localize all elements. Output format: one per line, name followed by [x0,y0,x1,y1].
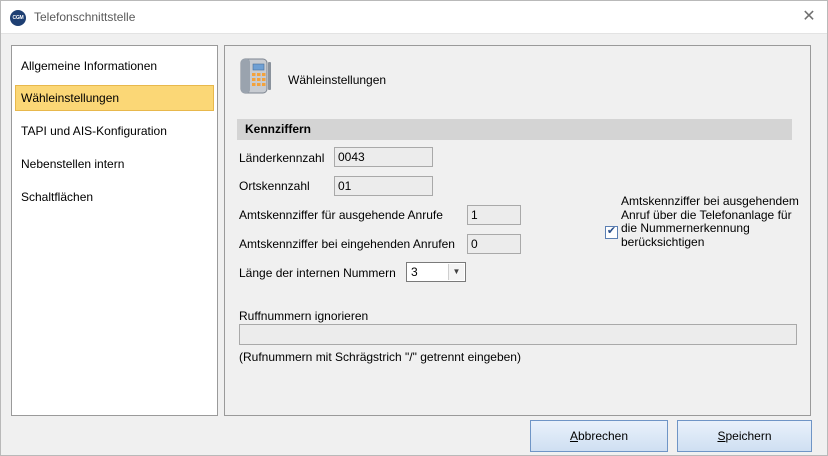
consider-prefix-label: Amtskennziffer bei ausgehendem Anruf übe… [621,194,799,249]
cancel-button-label: bbrechen [577,429,629,443]
outgoing-prefix-label: Amtskennziffer für ausgehende Anrufe [239,208,443,222]
chevron-down-icon[interactable]: ▼ [448,264,464,280]
nav-item-tapi-ais-konfiguration[interactable]: TAPI und AIS-Konfiguration [15,118,214,144]
nav-item-waehleinstellungen[interactable]: Wähleinstellungen [15,85,214,111]
page-title: Wähleinstellungen [288,73,387,87]
window-title: Telefonschnittstelle [34,10,136,24]
settings-content: Wähleinstellungen Kennziffern Länderkenn… [224,45,811,416]
telephone-icon [240,58,271,94]
close-icon[interactable]: ✕ [799,7,819,27]
dialog-window: CGM Telefonschnittstelle ✕ Allgemeine In… [0,0,828,456]
consider-prefix-checkbox[interactable]: ✔ [605,225,618,239]
cancel-button-mnemonic: A [569,429,578,443]
section-header-kennziffern: Kennziffern [237,119,792,140]
checkmark-icon: ✔ [606,225,617,237]
app-logo-icon: CGM [10,10,26,26]
country-code-field[interactable]: 0043 [334,147,433,167]
outgoing-prefix-field[interactable]: 1 [467,205,521,225]
internal-length-value: 3 [411,265,418,279]
settings-nav: Allgemeine Informationen Wähleinstellung… [11,45,218,416]
save-button-label: peichern [725,429,772,443]
title-bar: CGM Telefonschnittstelle ✕ [1,1,827,34]
ignore-numbers-field[interactable] [239,324,797,345]
cancel-button[interactable]: Abbrechen [530,420,668,452]
nav-item-schaltflaechen[interactable]: Schaltflächen [15,184,214,210]
internal-length-label: Länge der internen Nummern [239,266,396,280]
nav-item-allgemeine-informationen[interactable]: Allgemeine Informationen [15,53,214,79]
area-code-label: Ortskennzahl [239,179,310,193]
ignore-numbers-hint: (Rufnummern mit Schrägstrich "/" getrenn… [239,350,521,364]
internal-length-select[interactable]: 3 ▼ [406,262,466,282]
incoming-prefix-label: Amtskennziffer bei eingehenden Anrufen [239,237,455,251]
ignore-numbers-label: Ruffnummern ignorieren [239,309,369,323]
save-button[interactable]: Speichern [677,420,812,452]
nav-item-nebenstellen-intern[interactable]: Nebenstellen intern [15,151,214,177]
country-code-label: Länderkennzahl [239,151,325,165]
incoming-prefix-field[interactable]: 0 [467,234,521,254]
area-code-field[interactable]: 01 [334,176,433,196]
